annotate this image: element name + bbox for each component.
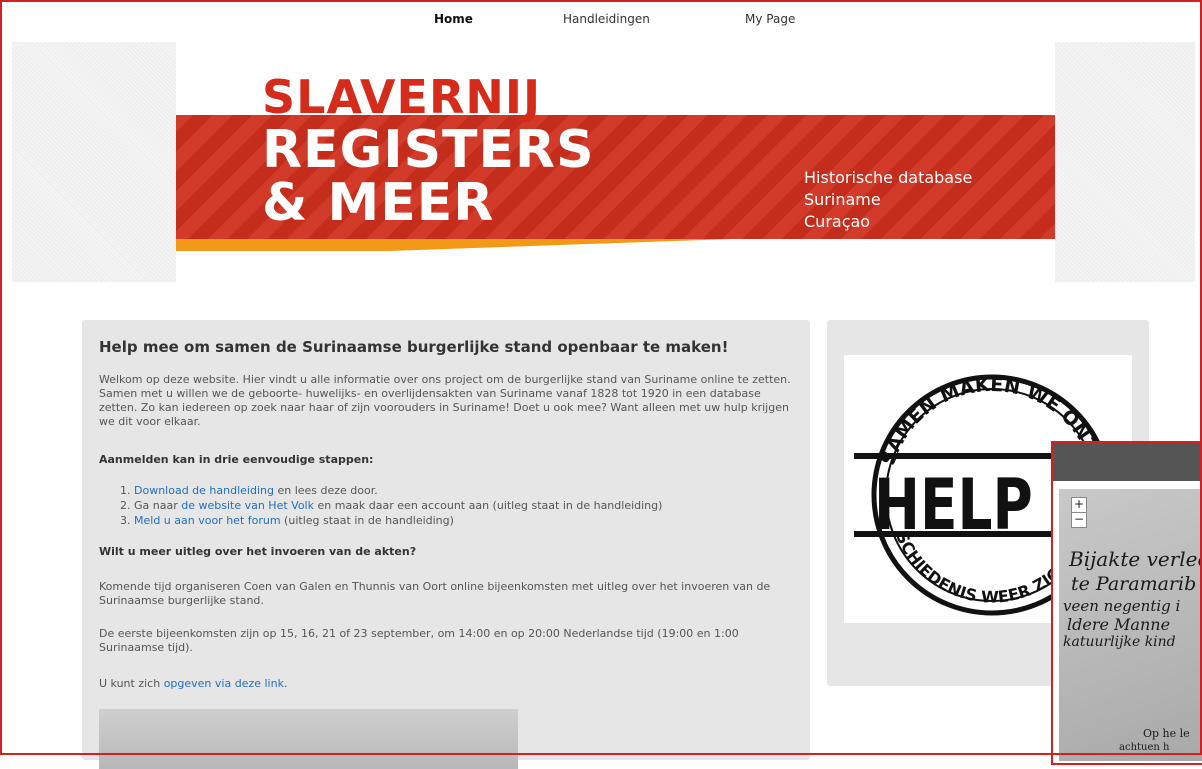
- intro-paragraph: Welkom op deze website. Hier vindt u all…: [99, 373, 791, 428]
- step-1-text: en lees deze door.: [273, 484, 378, 497]
- step-1-number: 1.: [120, 484, 131, 497]
- handwriting-line-4: ldere Manne: [1067, 615, 1171, 634]
- steps-heading: Aanmelden kan in drie eenvoudige stappen…: [99, 453, 374, 466]
- forum-signup-link[interactable]: Meld u aan voor het forum: [134, 514, 281, 527]
- banner-title-line2: REGISTERS: [262, 120, 595, 180]
- archive-photo: [99, 709, 518, 769]
- step-3-text: (uitleg staat in de handleiding): [280, 514, 454, 527]
- banner-orange-strip: [176, 239, 1055, 251]
- banner-title-line1: SLAVERNIJ: [262, 70, 542, 124]
- nav-my-page[interactable]: My Page: [745, 12, 795, 26]
- banner-title-line3: & MEER: [262, 173, 495, 233]
- top-nav: Home Handleidingen My Page: [0, 0, 1202, 42]
- site-banner[interactable]: SLAVERNIJ REGISTERS & MEER Historische d…: [176, 42, 1055, 282]
- question-heading: Wilt u meer uitleg over het invoeren van…: [99, 545, 417, 558]
- step-3: 3. Meld u aan voor het forum (uitleg sta…: [120, 514, 815, 528]
- meetings-paragraph: Komende tijd organiseren Coen van Galen …: [99, 580, 771, 607]
- banner-subtitle-line3: Curaçao: [804, 212, 871, 231]
- main-content-card: Help mee om samen de Surinaamse burgerli…: [82, 320, 810, 769]
- signup-suffix: .: [283, 677, 288, 690]
- banner-pattern-right: [1055, 42, 1195, 282]
- zoom-out-button[interactable]: −: [1071, 512, 1087, 528]
- dates-paragraph: De eerste bijeenkomsten zijn op 15, 16, …: [99, 627, 739, 654]
- step-2-number: 2.: [120, 499, 131, 512]
- step-1: 1. Download de handleiding en lees deze …: [120, 484, 815, 498]
- handwriting-line-3: veen negentig i: [1063, 597, 1181, 615]
- handwriting-line-5: katuurlijke kind: [1063, 634, 1176, 650]
- nav-home[interactable]: Home: [434, 12, 473, 26]
- page-heading: Help mee om samen de Surinaamse burgerli…: [99, 338, 729, 356]
- step-2-prefix: Ga naar: [134, 499, 182, 512]
- step-3-number: 3.: [120, 514, 131, 527]
- download-manual-link[interactable]: Download de handleiding: [134, 484, 274, 497]
- banner-subtitle-line1: Historische database: [804, 168, 973, 187]
- handwriting-line-1: Bijakte verlee: [1069, 547, 1202, 571]
- banner-pattern-left: [12, 42, 176, 282]
- step-2: 2. Ga naar de website van Het Volk en ma…: [120, 499, 815, 513]
- handwritten-record-image[interactable]: + − Bijakte verlee te Paramarib veen neg…: [1059, 489, 1202, 761]
- popup-header-bar[interactable]: [1053, 443, 1202, 481]
- signup-line: U kunt zich opgeven via deze link.: [99, 677, 794, 691]
- het-volk-website-link[interactable]: de website van Het Volk: [181, 499, 314, 512]
- step-2-text: en maak daar een account aan (uitleg sta…: [314, 499, 663, 512]
- zoom-in-button[interactable]: +: [1071, 497, 1087, 513]
- nav-handleidingen[interactable]: Handleidingen: [563, 12, 650, 26]
- banner-subtitle-line2: Suriname: [804, 190, 881, 209]
- handwriting-line-2: te Paramarib: [1071, 573, 1197, 595]
- signup-prefix: U kunt zich: [99, 677, 164, 690]
- document-viewer-popup[interactable]: + − Bijakte verlee te Paramarib veen neg…: [1051, 441, 1202, 765]
- handwriting-line-7: achtuen h: [1119, 742, 1170, 753]
- handwriting-line-6: Op he le: [1143, 727, 1190, 740]
- signup-link[interactable]: opgeven via deze link: [164, 677, 284, 690]
